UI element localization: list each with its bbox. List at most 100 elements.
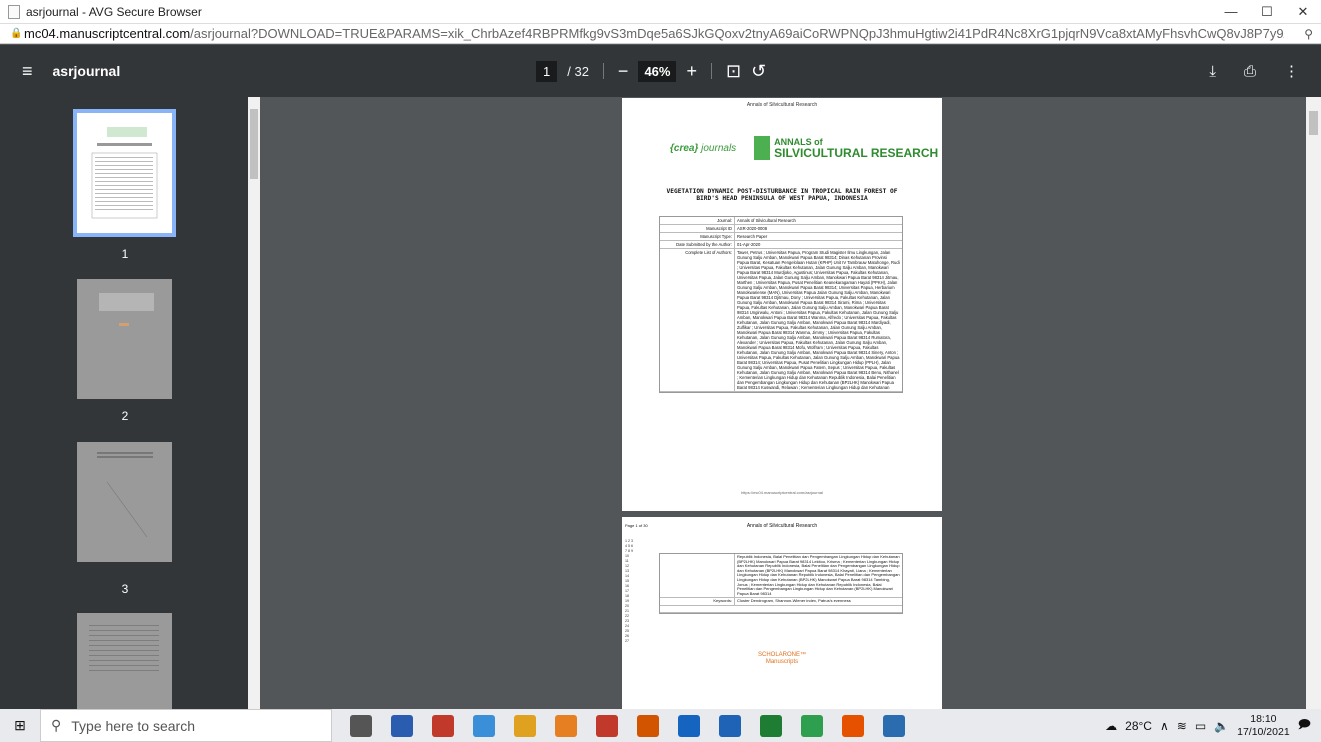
- scrollbar-thumb[interactable]: [1309, 111, 1318, 135]
- clock-date: 17/10/2021: [1237, 725, 1290, 738]
- running-head: Annals of Silvicultural Research: [746, 523, 818, 529]
- more-icon[interactable]: ⋮: [1284, 62, 1299, 80]
- divider: [710, 63, 712, 79]
- main-scrollbar[interactable]: [1306, 97, 1321, 709]
- rotate-icon[interactable]: ↺: [751, 62, 766, 80]
- meta-value: Research Paper: [737, 234, 768, 239]
- scrollbar-thumb[interactable]: [250, 109, 258, 179]
- pdf-page-2: Page 1 of 30 Annals of Silvicultural Res…: [622, 517, 942, 709]
- meta-key: Complete List of Authors:: [660, 249, 735, 391]
- meta-key: [660, 554, 735, 598]
- taskbar-apps: [350, 714, 905, 737]
- tree-logo-icon: [754, 136, 771, 160]
- url-host: mc04.manuscriptcentral.com: [24, 26, 191, 41]
- thumbnail-page-1[interactable]: [73, 109, 176, 237]
- meta-value: Tawer, Petrus ; Universitas Papua, Progr…: [737, 250, 900, 390]
- lock-icon: 🔒: [10, 28, 23, 39]
- window-titlebar: asrjournal - AVG Secure Browser — ☐ ✕: [0, 0, 1321, 24]
- page-number-input[interactable]: 1: [536, 60, 558, 82]
- taskbar-app-icon[interactable]: [719, 714, 741, 737]
- windows-taskbar: ⊞ ⚲ Type here to search ☁ 28°C ∧ ≋ ▭ 🔈 1…: [0, 709, 1321, 742]
- thumbnail-number: 2: [121, 409, 129, 423]
- menu-icon[interactable]: ≡: [22, 61, 33, 82]
- battery-icon[interactable]: ▭: [1195, 719, 1206, 733]
- meta-row: Manuscript ID ASR-2020-0008: [660, 225, 902, 233]
- taskbar-app-icon[interactable]: [637, 714, 659, 737]
- paper-title: VEGETATION DYNAMIC POST-DISTURBANCE IN T…: [666, 188, 898, 202]
- close-button[interactable]: ✕: [1285, 0, 1321, 24]
- network-icon[interactable]: ≋: [1177, 719, 1187, 733]
- taskbar-app-icon[interactable]: [883, 714, 905, 737]
- maximize-button[interactable]: ☐: [1249, 0, 1285, 24]
- url-text[interactable]: mc04.manuscriptcentral.com/asrjournal?DO…: [24, 26, 1284, 41]
- meta-key: Date Submitted by the Author:: [660, 241, 735, 248]
- search-placeholder: Type here to search: [71, 717, 196, 734]
- pdf-page-1: Annals of Silvicultural Research {crea} …: [622, 98, 942, 511]
- sidebar-scrollbar[interactable]: [248, 97, 260, 709]
- minimize-button[interactable]: —: [1213, 0, 1249, 24]
- taskbar-app-icon[interactable]: [391, 714, 413, 737]
- taskbar-app-icon[interactable]: [801, 714, 823, 737]
- taskbar-app-icon[interactable]: [678, 714, 700, 737]
- page-total: / 32: [567, 63, 589, 79]
- zoom-input[interactable]: 46%: [638, 60, 677, 82]
- thumbnail-sidebar: 1 2 3: [0, 97, 260, 709]
- scholarone-logo: SCHOLARONE™ Manuscripts: [622, 652, 942, 666]
- window-controls: — ☐ ✕: [1213, 0, 1321, 24]
- url-path: /asrjournal?DOWNLOAD=TRUE&PARAMS=xik_Chr…: [190, 26, 1284, 41]
- magnifier-icon[interactable]: ⚲: [1304, 27, 1313, 41]
- weather-temp[interactable]: 28°C: [1125, 719, 1152, 733]
- taskbar-app-icon[interactable]: [842, 714, 864, 737]
- notification-icon[interactable]: 🗩: [1298, 715, 1311, 736]
- pdf-toolbar: ≡ asrjournal 1 / 32 − 46% + ⊡ ↺ ⤓ ⎙ ⋮: [0, 45, 1321, 97]
- meta-row: [660, 606, 902, 613]
- annals-logo-text: ANNALS of SILVICULTURAL RESEARCH: [774, 137, 938, 159]
- address-bar[interactable]: 🔒 mc04.manuscriptcentral.com/asrjournal?…: [0, 24, 1321, 44]
- thumbnail-number: 3: [121, 582, 129, 596]
- taskbar-app-icon[interactable]: [432, 714, 454, 737]
- meta-row: Manuscript Type: Research Paper: [660, 233, 902, 241]
- search-icon: ⚲: [51, 717, 62, 733]
- meta-row: Complete List of Authors: Tawer, Petrus ;…: [660, 249, 902, 392]
- print-icon[interactable]: ⎙: [1244, 63, 1256, 80]
- download-icon[interactable]: ⤓: [1209, 63, 1216, 80]
- zoom-out-icon[interactable]: −: [618, 62, 629, 80]
- thumbnail-page-2[interactable]: [77, 279, 172, 399]
- thumbnail-number: 1: [121, 247, 129, 261]
- fit-page-icon[interactable]: ⊡: [726, 62, 741, 80]
- zoom-in-icon[interactable]: +: [686, 62, 697, 80]
- taskbar-app-icon[interactable]: [760, 714, 782, 737]
- taskbar-app-icon[interactable]: [555, 714, 577, 737]
- scholarone-line1: SCHOLARONE™: [757, 652, 806, 658]
- clock-time: 18:10: [1250, 712, 1277, 725]
- line-numbers: 1 2 3 4 5 6 7 8 9 10 11 12 13 14 15 16 1…: [625, 539, 633, 643]
- meta-key: Manuscript ID: [660, 225, 735, 232]
- taskbar-app-icon[interactable]: [596, 714, 618, 737]
- scholarone-line2: Manuscripts: [765, 659, 799, 665]
- meta-value: Republik Indonesia, Balai Penelitian dan…: [737, 554, 900, 596]
- meta-row: Journal: Annals of Silvicultural Research: [660, 217, 902, 225]
- volume-icon[interactable]: 🔈: [1214, 719, 1229, 733]
- crea-journals-logo: {crea} journals: [670, 142, 737, 154]
- meta-key: Manuscript Type:: [660, 233, 735, 240]
- meta-key: Journal:: [660, 217, 735, 224]
- crea-logo-text: journals: [701, 142, 737, 154]
- chevron-up-icon[interactable]: ∧: [1160, 719, 1169, 733]
- taskbar-app-icon[interactable]: [473, 714, 495, 737]
- thumbnail-page-4[interactable]: [77, 613, 172, 709]
- clock[interactable]: 18:10 17/10/2021: [1237, 713, 1290, 739]
- page-icon: [8, 4, 20, 19]
- system-tray: ☁ 28°C ∧ ≋ ▭ 🔈 18:10 17/10/2021 🗩: [1105, 709, 1311, 742]
- running-head: Annals of Silvicultural Research: [746, 102, 818, 108]
- taskbar-search[interactable]: ⚲ Type here to search: [40, 709, 332, 742]
- window-title: asrjournal - AVG Secure Browser: [26, 4, 202, 19]
- taskbar-app-icon[interactable]: [350, 714, 372, 737]
- windows-start-icon[interactable]: ⊞: [0, 717, 40, 734]
- meta-value: ASR-2020-0008: [737, 226, 768, 231]
- meta-row: Date Submitted by the Author: 01-Apr-2020: [660, 241, 902, 249]
- journal-logos: {crea} journals ANNALS of SILVICULTURAL …: [670, 136, 938, 160]
- taskbar-app-icon[interactable]: [514, 714, 536, 737]
- meta-row: Keywords: Cluster Dendrogram, Shannon-Wie…: [660, 598, 902, 606]
- page-footer-url: https://mc04.manuscriptcentral.com/asrjo…: [741, 490, 823, 495]
- thumbnail-page-3[interactable]: [77, 442, 172, 562]
